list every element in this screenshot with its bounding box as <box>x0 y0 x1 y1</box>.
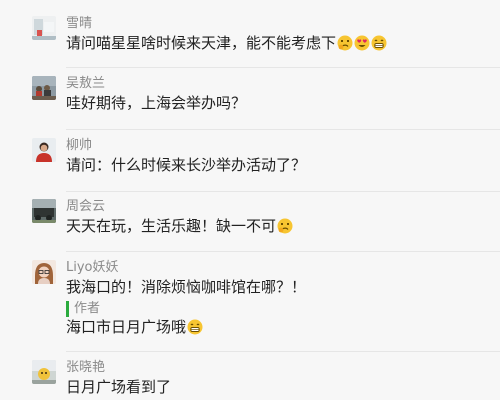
comment-item: 吴敖兰 哇好期待，上海会举办吗？ <box>0 68 500 130</box>
comment-text-content: 请问喵星星啥时候来天津，能不能考虑下 <box>66 34 337 52</box>
avatar[interactable] <box>32 16 56 40</box>
comment-text-content: 我海口的！消除烦恼咖啡馆在哪？！ <box>66 278 307 296</box>
commenter-name[interactable]: Liyo妖妖 <box>66 260 119 276</box>
avatar[interactable] <box>32 260 56 284</box>
author-reply-content: 海口市日月广场哦 <box>66 318 187 336</box>
commenter-name[interactable]: 吴敖兰 <box>66 76 105 92</box>
avatar[interactable] <box>32 138 56 162</box>
comment-item: 周会云 天天在玩，生活乐趣！缺一不可 <box>0 192 500 252</box>
avatar-image-icon <box>32 138 56 162</box>
commenter-name[interactable]: 柳帅 <box>66 138 92 154</box>
commenter-name[interactable]: 张晓艳 <box>66 360 105 376</box>
commenter-name[interactable]: 雪晴 <box>66 16 92 32</box>
avatar-image-icon <box>32 260 56 284</box>
avatar-image-icon <box>32 360 56 384</box>
avatar[interactable] <box>32 199 56 223</box>
thinking-emoji-icon <box>277 218 293 239</box>
comment-text: 日月广场看到了 <box>66 377 171 397</box>
comment-item: Liyo妖妖 我海口的！消除烦恼咖啡馆在哪？！ 作者 海口市日月广场哦 <box>0 252 500 352</box>
comment-text: 哇好期待，上海会举办吗？ <box>66 93 246 113</box>
comment-text-content: 请问：什么时候来长沙举办活动了？ <box>66 156 307 174</box>
avatar[interactable] <box>32 76 56 100</box>
comment-text: 请问喵星星啥时候来天津，能不能考虑下 <box>66 33 387 56</box>
author-reply-marker <box>66 301 69 317</box>
author-reply-text: 海口市日月广场哦 <box>66 317 203 340</box>
comment-text-content: 日月广场看到了 <box>66 378 172 396</box>
comment-item: 雪晴 请问喵星星啥时候来天津，能不能考虑下 <box>0 0 500 68</box>
comment-text: 天天在玩，生活乐趣！缺一不可 <box>66 216 293 239</box>
grin-emoji-icon <box>371 35 387 56</box>
comment-text-content: 天天在玩，生活乐趣！缺一不可 <box>66 217 277 235</box>
heart-eyes-emoji-icon <box>354 35 370 56</box>
comment-text: 我海口的！消除烦恼咖啡馆在哪？！ <box>66 277 306 297</box>
comment-text-content: 哇好期待，上海会举办吗？ <box>66 94 247 112</box>
thinking-emoji-icon <box>337 35 353 56</box>
avatar-image-icon <box>32 76 56 100</box>
comment-list: 雪晴 请问喵星星啥时候来天津，能不能考虑下 吴敖兰 哇好期待，上海会举办吗？ 柳… <box>0 0 500 400</box>
avatar-image-icon <box>32 199 56 223</box>
grin-emoji-icon <box>187 319 203 340</box>
comment-text: 请问：什么时候来长沙举办活动了？ <box>66 155 306 175</box>
comment-item: 柳帅 请问：什么时候来长沙举办活动了？ <box>0 130 500 192</box>
author-label: 作者 <box>74 301 101 316</box>
avatar[interactable] <box>32 360 56 384</box>
commenter-name[interactable]: 周会云 <box>66 199 105 215</box>
comment-item: 张晓艳 日月广场看到了 <box>0 352 500 400</box>
avatar-image-icon <box>32 16 56 40</box>
